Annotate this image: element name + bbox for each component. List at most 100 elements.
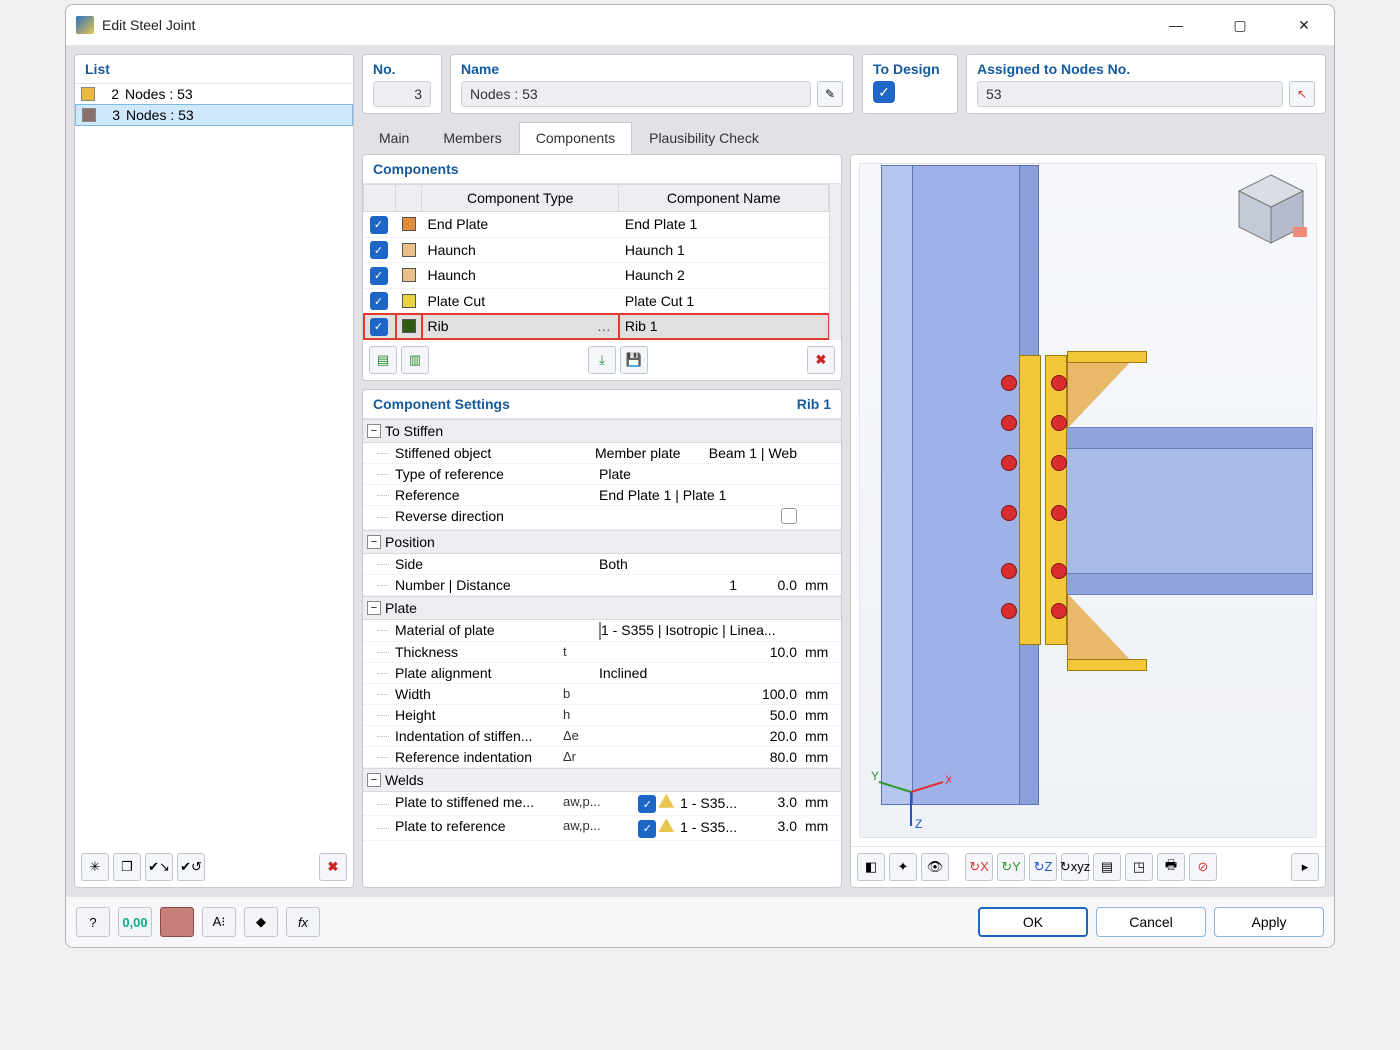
show-loads-button[interactable]: 👁 — [921, 853, 949, 881]
property-value[interactable]: 1 - S355 | Isotropic | Linea... — [595, 622, 801, 639]
component-row[interactable]: ✓ Haunch Haunch 2 — [364, 263, 829, 289]
apply-button[interactable]: Apply — [1214, 907, 1324, 937]
tab-plausibility-check[interactable]: Plausibility Check — [632, 122, 776, 154]
fx-button[interactable]: fx — [286, 907, 320, 937]
settings-group[interactable]: −Welds — [363, 768, 841, 792]
collapse-icon[interactable]: − — [367, 535, 381, 549]
render-mode-button[interactable]: ◳ — [1125, 853, 1153, 881]
collapse-icon[interactable]: − — [367, 601, 381, 615]
property-value[interactable]: 100.0 — [595, 686, 801, 702]
axes-button[interactable]: ✦ — [889, 853, 917, 881]
property-value[interactable]: ✓ 1 - S35... — [595, 794, 741, 814]
settings-group[interactable]: −Position — [363, 530, 841, 554]
units-button[interactable]: 0,00 — [118, 907, 152, 937]
view-z-button[interactable]: ↻Z — [1029, 853, 1057, 881]
delete-component-button[interactable]: ✖ — [807, 346, 835, 374]
component-row[interactable]: ✓ Plate Cut Plate Cut 1 — [364, 288, 829, 314]
tab-members[interactable]: Members — [426, 122, 518, 154]
ok-button[interactable]: OK — [978, 907, 1088, 937]
uncheck-all-button[interactable]: ✔↺ — [177, 853, 205, 881]
property-row[interactable]: Reference End Plate 1 | Plate 1 — [363, 485, 841, 506]
close-button[interactable]: ✕ — [1284, 11, 1324, 39]
component-row[interactable]: ✓ Rib… Rib 1 — [364, 314, 829, 340]
component-checkbox[interactable]: ✓ — [370, 216, 388, 234]
component-checkbox[interactable]: ✓ — [370, 267, 388, 285]
property-value[interactable]: 80.0 — [595, 749, 801, 765]
component-row[interactable]: ✓ Haunch Haunch 1 — [364, 237, 829, 263]
property-value[interactable]: Plate — [595, 466, 801, 482]
new-item-button[interactable]: ✳ — [81, 853, 109, 881]
insert-above-button[interactable]: ▤ — [369, 346, 397, 374]
font-button[interactable]: A⁝ — [202, 907, 236, 937]
color-button[interactable] — [160, 907, 194, 937]
assigned-nodes-input[interactable]: 53 — [977, 81, 1283, 107]
property-value[interactable]: Member plateBeam 1 | Web — [595, 445, 801, 461]
name-edit-button[interactable]: ✎ — [817, 81, 843, 107]
component-checkbox[interactable]: ✓ — [370, 241, 388, 259]
check-all-button[interactable]: ✔↘ — [145, 853, 173, 881]
view-y-button[interactable]: ↻Y — [997, 853, 1025, 881]
tab-components[interactable]: Components — [519, 122, 632, 154]
help-button[interactable]: ? — [76, 907, 110, 937]
to-design-checkbox[interactable]: ✓ — [873, 81, 895, 103]
property-row[interactable]: Stiffened object Member plateBeam 1 | We… — [363, 443, 841, 464]
property-row[interactable]: Reverse direction — [363, 506, 841, 530]
isometric-view-button[interactable]: ◧ — [857, 853, 885, 881]
property-row[interactable]: Plate to stiffened me... aw,p... ✓ 1 - S… — [363, 792, 841, 817]
copy-item-button[interactable]: ❐ — [113, 853, 141, 881]
name-input[interactable]: Nodes : 53 — [461, 81, 811, 107]
print-button[interactable]: 🖶 — [1157, 853, 1185, 881]
property-row[interactable]: Type of reference Plate — [363, 464, 841, 485]
view-xyz-button[interactable]: ↻xyz — [1061, 853, 1089, 881]
nav-cube[interactable] — [1231, 169, 1311, 249]
minimize-button[interactable]: — — [1156, 11, 1196, 39]
components-scrollbar[interactable] — [829, 184, 841, 340]
property-row[interactable]: Material of plate 1 - S355 | Isotropic |… — [363, 620, 841, 642]
property-grid: −To StiffenStiffened object Member plate… — [363, 419, 841, 888]
property-row[interactable]: Side Both — [363, 554, 841, 575]
maximize-button[interactable]: ▢ — [1220, 11, 1260, 39]
reset-zoom-button[interactable]: ⊘ — [1189, 853, 1217, 881]
property-value[interactable]: 1 — [595, 577, 741, 593]
save-template-button[interactable]: 💾 — [620, 346, 648, 374]
property-row[interactable]: Reference indentation Δr 80.0 mm — [363, 747, 841, 768]
property-row[interactable]: Indentation of stiffen... Δe 20.0 mm — [363, 726, 841, 747]
import-button[interactable]: ⤓ — [588, 346, 616, 374]
delete-item-button[interactable]: ✖ — [319, 853, 347, 881]
property-row[interactable]: Plate to reference aw,p... ✓ 1 - S35... … — [363, 816, 841, 841]
pick-nodes-button[interactable]: ↖ — [1289, 81, 1315, 107]
top-fields: No. 3 Name Nodes : 53 ✎ To Design ✓ Assi… — [362, 54, 1326, 114]
no-input[interactable]: 3 — [373, 81, 431, 107]
property-row[interactable]: Width b 100.0 mm — [363, 684, 841, 705]
view-x-button[interactable]: ↻X — [965, 853, 993, 881]
property-value[interactable]: 10.0 — [595, 644, 801, 660]
component-checkbox[interactable]: ✓ — [370, 318, 388, 336]
property-value[interactable]: End Plate 1 | Plate 1 — [595, 487, 801, 503]
tab-main[interactable]: Main — [362, 122, 426, 154]
component-row[interactable]: ✓ End Plate End Plate 1 — [364, 212, 829, 238]
settings-group[interactable]: −To Stiffen — [363, 419, 841, 443]
property-value[interactable]: Inclined — [595, 665, 801, 681]
property-value[interactable]: 20.0 — [595, 728, 801, 744]
list-item[interactable]: 2 Nodes : 53 — [75, 84, 353, 104]
property-value[interactable] — [595, 508, 801, 527]
property-row[interactable]: Thickness t 10.0 mm — [363, 642, 841, 663]
expand-viewer-button[interactable]: ▸ — [1291, 853, 1319, 881]
view-mode-button[interactable]: ◆ — [244, 907, 278, 937]
property-checkbox[interactable] — [781, 508, 797, 524]
cancel-button[interactable]: Cancel — [1096, 907, 1206, 937]
layers-button[interactable]: ▤ — [1093, 853, 1121, 881]
insert-below-button[interactable]: ▥ — [401, 346, 429, 374]
property-row[interactable]: Plate alignment Inclined — [363, 663, 841, 684]
property-value[interactable]: 50.0 — [595, 707, 801, 723]
property-row[interactable]: Height h 50.0 mm — [363, 705, 841, 726]
list-item[interactable]: 3 Nodes : 53 — [75, 104, 353, 126]
viewer-3d[interactable]: X Y Z — [851, 155, 1325, 846]
collapse-icon[interactable]: − — [367, 773, 381, 787]
property-row[interactable]: Number | Distance 1 0.0 mm — [363, 575, 841, 596]
property-value[interactable]: ✓ 1 - S35... — [595, 818, 741, 838]
component-checkbox[interactable]: ✓ — [370, 292, 388, 310]
settings-group[interactable]: −Plate — [363, 596, 841, 620]
collapse-icon[interactable]: − — [367, 424, 381, 438]
property-value[interactable]: Both — [595, 556, 801, 572]
